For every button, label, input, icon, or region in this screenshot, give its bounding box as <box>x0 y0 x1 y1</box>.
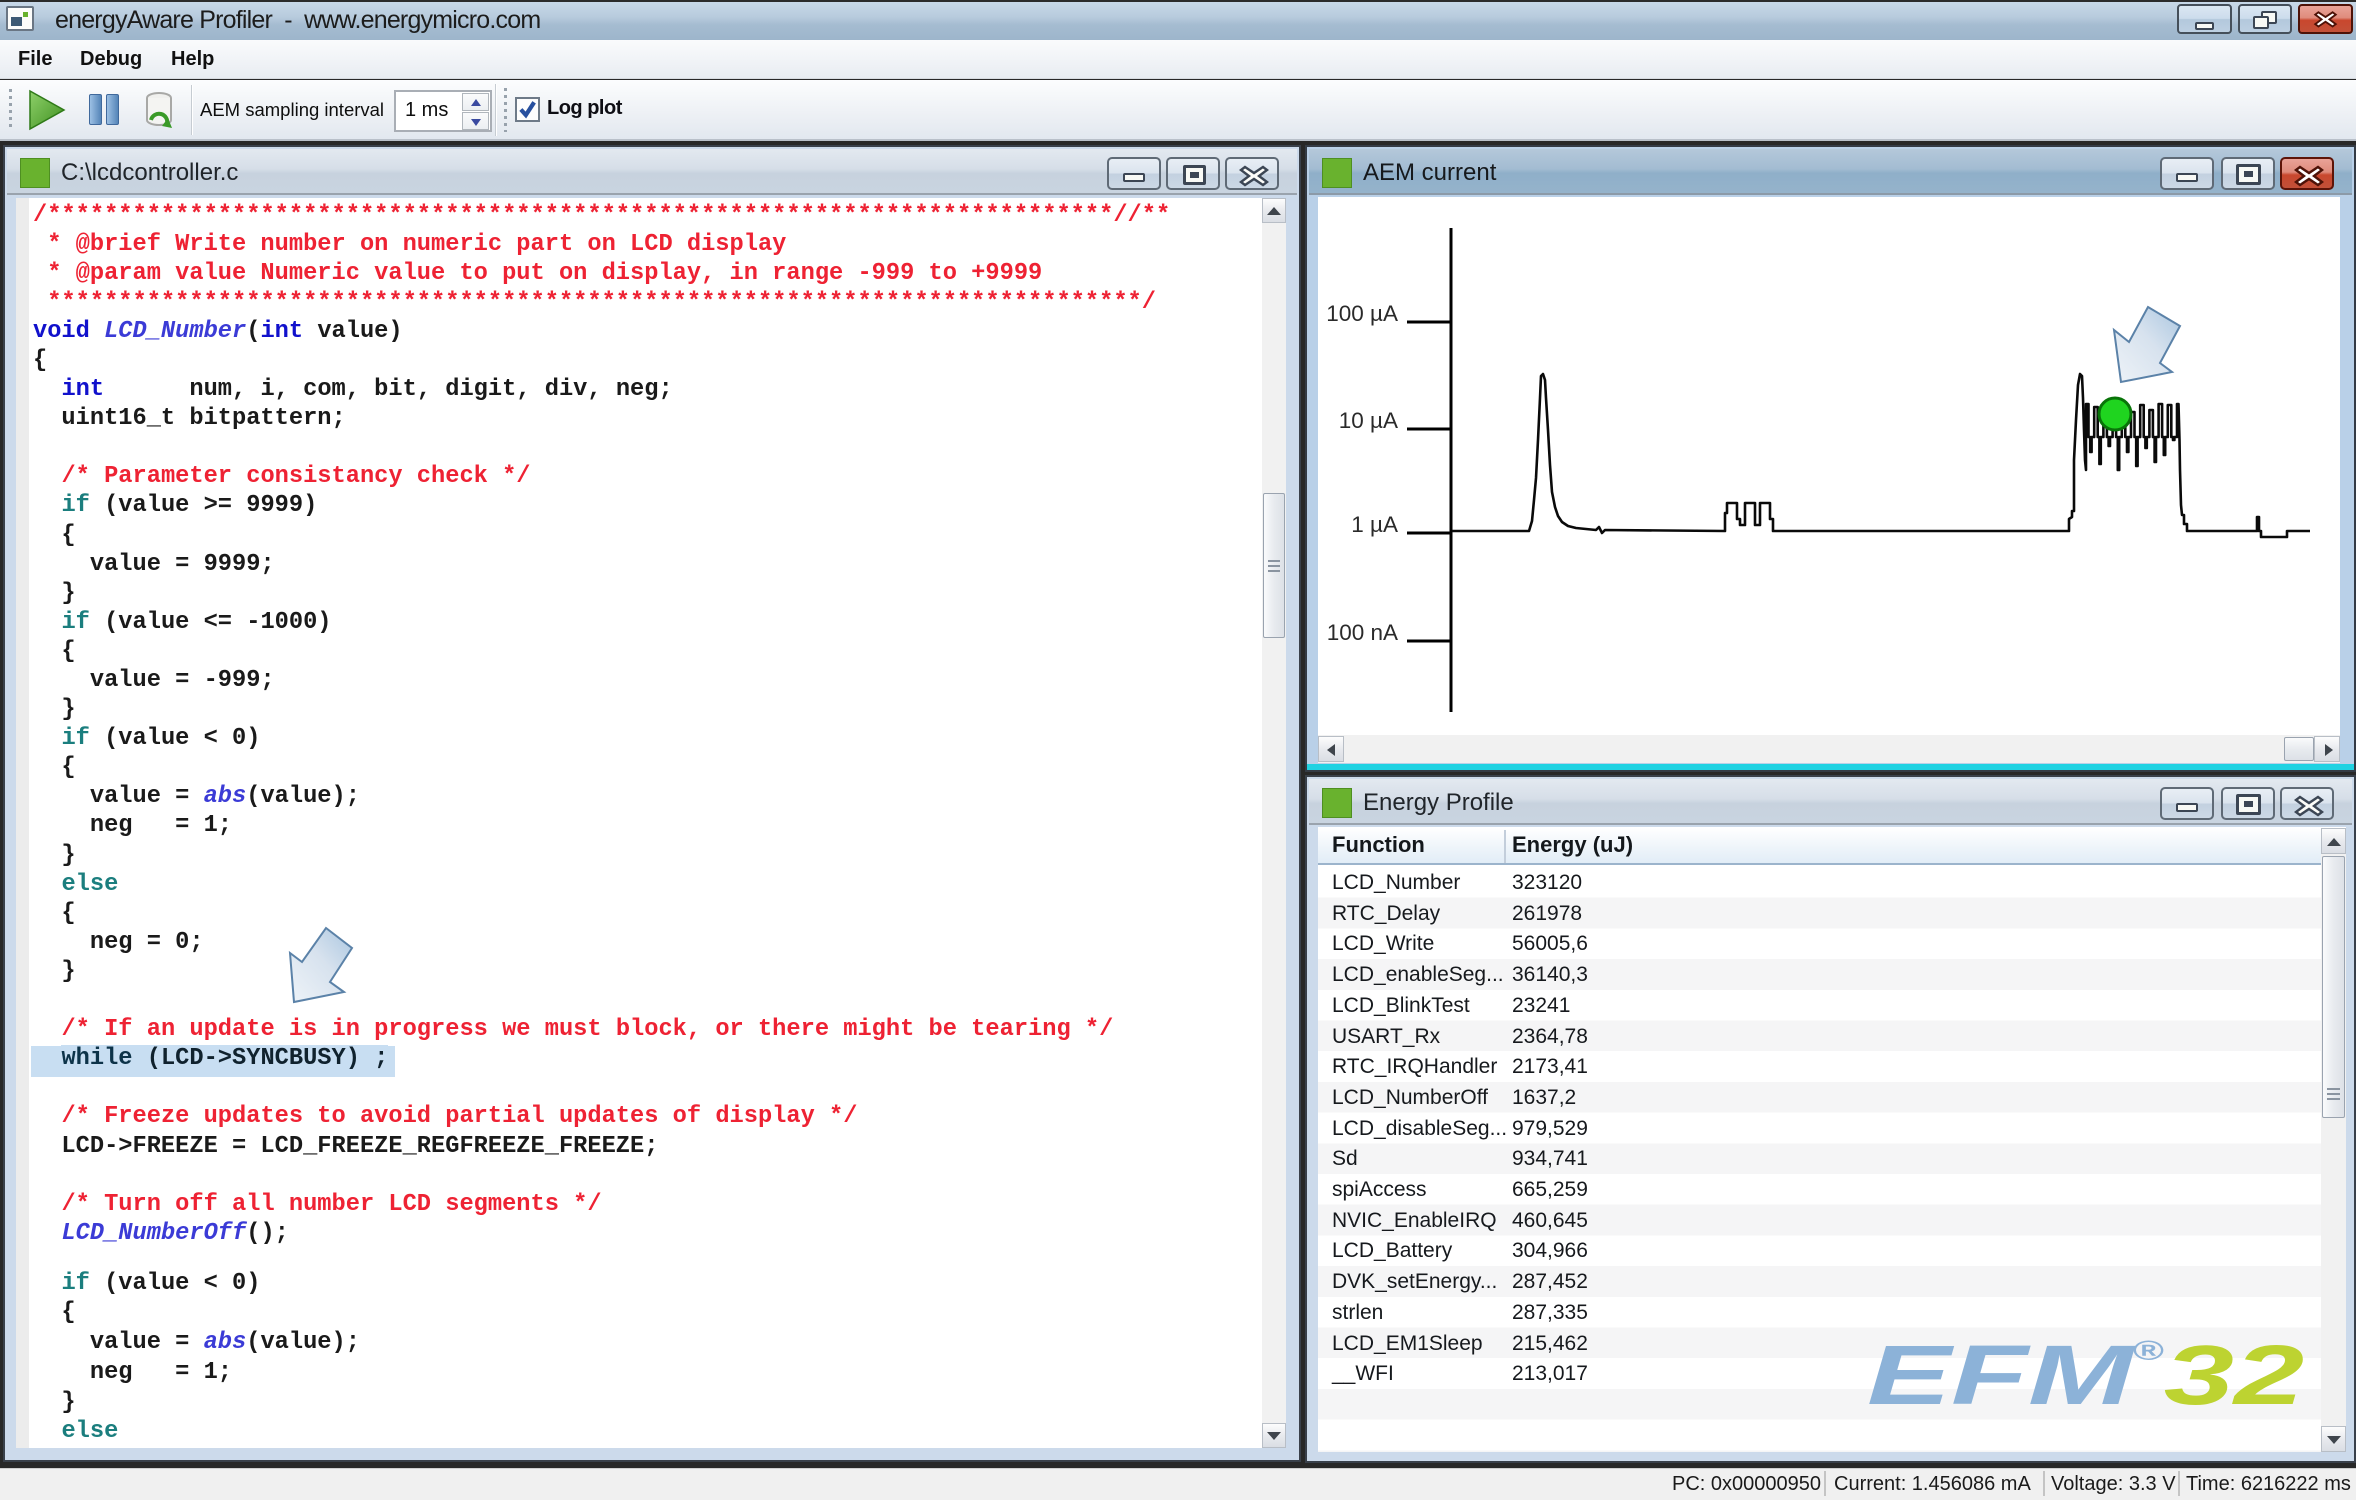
svg-text:100 µA: 100 µA <box>1326 301 1398 326</box>
svg-text:100 nA: 100 nA <box>1327 620 1398 645</box>
svg-text:10 µA: 10 µA <box>1339 408 1398 433</box>
svg-text:1 µA: 1 µA <box>1351 512 1398 537</box>
